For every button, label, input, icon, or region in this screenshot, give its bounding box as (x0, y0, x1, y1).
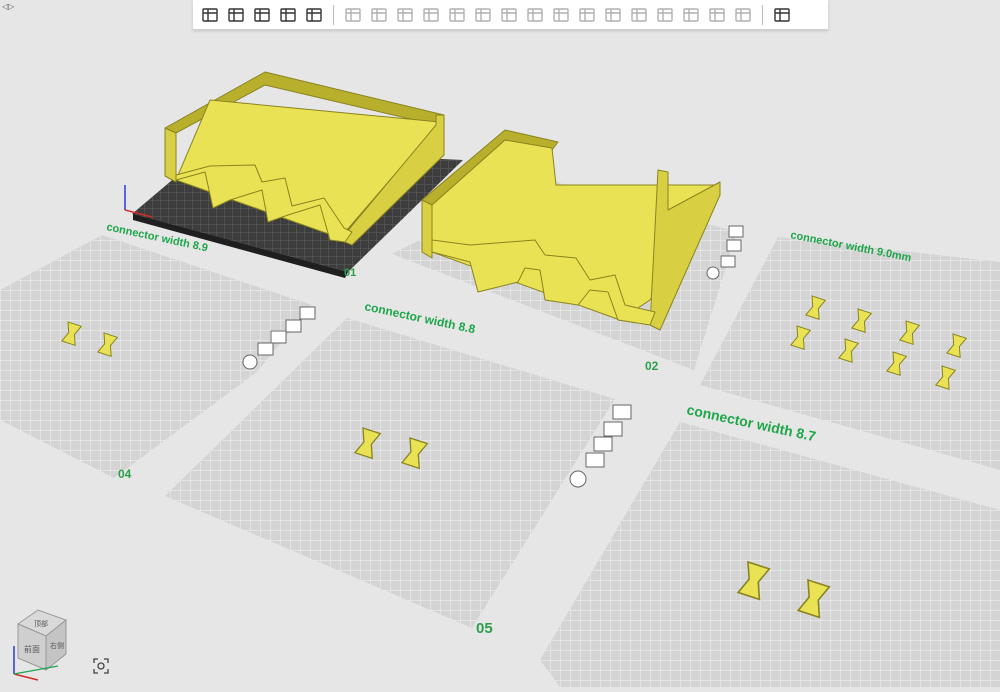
rotate-icon[interactable] (366, 2, 392, 28)
split-layers-icon[interactable] (301, 2, 327, 28)
view-cube-front[interactable]: 前面 (24, 644, 40, 654)
top-toolbar (193, 0, 828, 30)
toolbar-separator (762, 4, 763, 25)
support-paint-icon[interactable] (496, 2, 522, 28)
plate-05-number: 05 (476, 620, 493, 637)
view-settings-icon[interactable] (769, 2, 795, 28)
3d-viewport[interactable]: 02 connector width 9.0mm connector width… (0, 0, 1000, 687)
toolbar-separator (333, 4, 334, 25)
plate-list-icon[interactable] (704, 2, 730, 28)
view-cube[interactable]: 顶部 前面 右侧 (8, 606, 74, 682)
add-plate-icon[interactable] (223, 2, 249, 28)
plate-02-number: 02 (645, 359, 659, 373)
auto-orient-icon[interactable] (249, 2, 275, 28)
collapse-panel-icon[interactable]: ◁▷ (2, 2, 14, 11)
layers-stack-icon[interactable] (652, 2, 678, 28)
zoom-to-fit-icon[interactable] (92, 657, 110, 675)
measure-icon[interactable] (574, 2, 600, 28)
cut-icon[interactable] (444, 2, 470, 28)
lay-on-face-icon[interactable] (418, 2, 444, 28)
scale-icon[interactable] (392, 2, 418, 28)
color-paint-icon[interactable] (522, 2, 548, 28)
text-icon[interactable] (548, 2, 574, 28)
move-icon[interactable] (340, 2, 366, 28)
view-cube-right[interactable]: 右侧 (50, 641, 64, 650)
view-cube-top[interactable]: 顶部 (34, 619, 48, 628)
add-cube-icon[interactable] (197, 2, 223, 28)
boolean-icon[interactable] (470, 2, 496, 28)
variable-layer-icon[interactable] (626, 2, 652, 28)
plate-01-number: 01 (344, 267, 356, 279)
arrange-icon[interactable] (275, 2, 301, 28)
ruler-icon[interactable] (730, 2, 756, 28)
object-list-icon[interactable] (678, 2, 704, 28)
assembly-icon[interactable] (600, 2, 626, 28)
plate-04-number: 04 (118, 467, 132, 481)
